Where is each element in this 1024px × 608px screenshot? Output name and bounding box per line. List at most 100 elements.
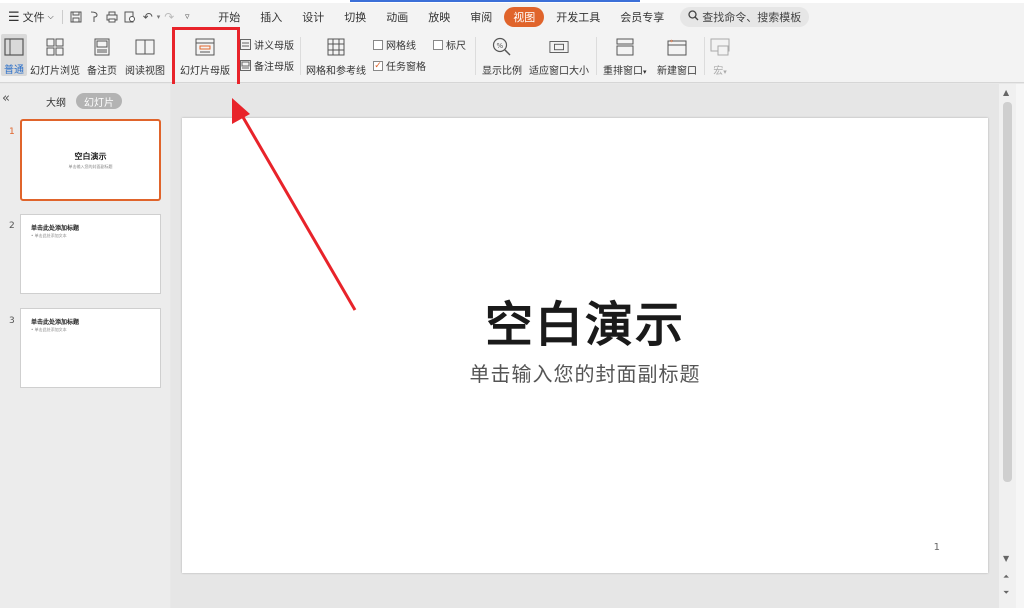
collapse-panel-icon[interactable]: «: [2, 91, 10, 106]
thumb-subtitle: 单击输入您的封面副标题: [68, 164, 113, 169]
ruler-check-icon: [433, 39, 443, 50]
tab-insert[interactable]: 插入: [250, 7, 292, 27]
fit-window-button[interactable]: 适应窗口大小: [529, 34, 589, 77]
grid-guides-button[interactable]: 网格和参考线: [306, 34, 366, 77]
notes-page-button[interactable]: 备注页: [87, 34, 117, 77]
format-painter-icon[interactable]: [85, 8, 103, 26]
normal-view-icon: [4, 37, 24, 56]
tab-design[interactable]: 设计: [292, 7, 334, 27]
zoom-icon: %: [492, 37, 512, 57]
normal-view-label: 普通: [4, 65, 24, 76]
arrange-windows-text: 重排窗口: [603, 66, 643, 77]
slide-sorter-button[interactable]: 幻灯片浏览: [30, 34, 80, 77]
ruler-label: 标尺: [446, 41, 466, 52]
tab-review[interactable]: 审阅: [460, 7, 502, 27]
tab-view[interactable]: 视图: [504, 7, 545, 27]
tab-outline[interactable]: 大纲: [38, 93, 74, 109]
command-search[interactable]: 查找命令、搜索模板: [680, 7, 810, 27]
macro-text: 宏: [713, 66, 724, 77]
tab-animations[interactable]: 动画: [376, 7, 418, 27]
tab-transitions[interactable]: 切换: [334, 7, 376, 27]
search-placeholder: 查找命令、搜索模板: [702, 11, 802, 24]
reading-view-label: 阅读视图: [125, 66, 165, 77]
notes-master-icon: [239, 60, 251, 72]
thumb-body: • 单击此处添加文本: [31, 233, 67, 238]
svg-text:*: *: [670, 39, 673, 46]
tab-developer[interactable]: 开发工具: [546, 7, 610, 27]
slide-thumbnail-1[interactable]: 空白演示 单击输入您的封面副标题: [20, 119, 161, 201]
slide-title[interactable]: 空白演示: [182, 285, 988, 355]
task-pane-check-icon: ✓: [373, 60, 383, 71]
vertical-scrollbar[interactable]: ▲ ▼ ⏶ ⏷: [999, 84, 1016, 608]
scroll-down-icon[interactable]: ▼: [1003, 554, 1009, 563]
scrollbar-thumb[interactable]: [1003, 102, 1012, 482]
tab-slides[interactable]: 幻灯片: [76, 93, 122, 109]
gridlines-checkbox[interactable]: 网格线: [373, 37, 416, 52]
ribbon-divider: [172, 37, 173, 75]
slide-thumbnail-2[interactable]: 单击此处添加标题 • 单击此处添加文本: [20, 214, 161, 294]
scroll-up-icon[interactable]: ▲: [1003, 88, 1009, 97]
handout-master-button[interactable]: 讲义母版: [239, 37, 294, 52]
hamburger-icon: ☰: [8, 9, 20, 25]
slide-number: 2: [9, 221, 15, 231]
menu-bar: ☰ 文件 ⌵ ↶ ▾ ↷ ▿ 开始 插入 设计 切换 动画 放映 审阅 视图 开…: [0, 3, 1024, 31]
print-icon[interactable]: [103, 8, 121, 26]
tab-slideshow[interactable]: 放映: [418, 7, 460, 27]
grid-icon: [326, 37, 346, 57]
fit-window-label: 适应窗口大小: [529, 66, 589, 77]
macro-button[interactable]: 宏▾: [710, 34, 730, 77]
ribbon-divider: [596, 37, 597, 75]
grid-guides-label: 网格和参考线: [306, 66, 366, 77]
thumb-title: 单击此处添加标题: [31, 225, 80, 232]
notes-page-icon: [92, 37, 112, 57]
arrange-windows-button[interactable]: 重排窗口▾: [603, 34, 647, 77]
slide-editor: 空白演示 单击输入您的封面副标题 1: [171, 84, 999, 608]
customize-quick-access-icon[interactable]: ▿: [178, 8, 196, 26]
undo-icon[interactable]: ↶: [139, 8, 157, 26]
slide-canvas[interactable]: 空白演示 单击输入您的封面副标题 1: [182, 118, 988, 573]
view-ribbon: 普通 幻灯片浏览 备注页 阅读视图 幻灯片母版 讲义母版 备注母版 网格和参考线…: [0, 31, 1024, 83]
thumb-title: 单击此处添加标题: [31, 319, 80, 326]
slide-master-label: 幻灯片母版: [180, 66, 230, 77]
notes-master-button[interactable]: 备注母版: [239, 58, 294, 73]
handout-master-label: 讲义母版: [254, 41, 294, 52]
notes-page-label: 备注页: [87, 66, 117, 77]
fit-window-icon: [549, 37, 569, 57]
slide-sorter-label: 幻灯片浏览: [30, 66, 80, 77]
chevron-down-icon: ⌵: [47, 12, 54, 21]
redo-icon[interactable]: ↷: [160, 8, 178, 26]
file-menu[interactable]: ☰ 文件 ⌵: [4, 6, 58, 28]
right-task-pane-edge: [1016, 84, 1024, 608]
ribbon-divider: [300, 37, 301, 75]
thumb-body: • 单击此处添加文本: [31, 327, 67, 332]
gridlines-check-icon: [373, 39, 383, 50]
slide-thumbnail-3[interactable]: 单击此处添加标题 • 单击此处添加文本: [20, 308, 161, 388]
task-pane-checkbox[interactable]: ✓ 任务窗格: [373, 58, 426, 73]
ribbon-divider: [475, 37, 476, 75]
previous-slide-icon[interactable]: ⏶: [1003, 572, 1009, 582]
thumb-title: 空白演示: [74, 152, 107, 161]
ruler-checkbox[interactable]: 标尺: [433, 37, 466, 52]
slide-master-icon: [195, 37, 215, 57]
dropdown-arrow-icon: ▾: [723, 68, 727, 76]
reading-view-button[interactable]: 阅读视图: [125, 34, 165, 77]
print-preview-icon[interactable]: [121, 8, 139, 26]
slide-master-button[interactable]: 幻灯片母版: [180, 34, 230, 77]
zoom-label: 显示比例: [482, 66, 522, 77]
save-icon[interactable]: [67, 8, 85, 26]
tab-member[interactable]: 会员专享: [610, 7, 674, 27]
tab-home[interactable]: 开始: [208, 7, 250, 27]
zoom-button[interactable]: % 显示比例: [482, 34, 522, 77]
new-window-button[interactable]: * 新建窗口: [657, 34, 697, 77]
new-window-icon: *: [667, 37, 687, 57]
gridlines-label: 网格线: [386, 41, 416, 52]
file-label: 文件: [22, 11, 45, 24]
slide-sorter-icon: [45, 37, 65, 57]
macro-icon: [710, 37, 730, 57]
slide-subtitle[interactable]: 单击输入您的封面副标题: [182, 358, 988, 387]
next-slide-icon[interactable]: ⏷: [1003, 588, 1009, 598]
arrange-windows-icon: [615, 37, 635, 57]
normal-view-button[interactable]: 普通: [1, 34, 27, 76]
macro-label: 宏▾: [713, 62, 727, 77]
dropdown-arrow-icon: ▾: [643, 68, 647, 76]
